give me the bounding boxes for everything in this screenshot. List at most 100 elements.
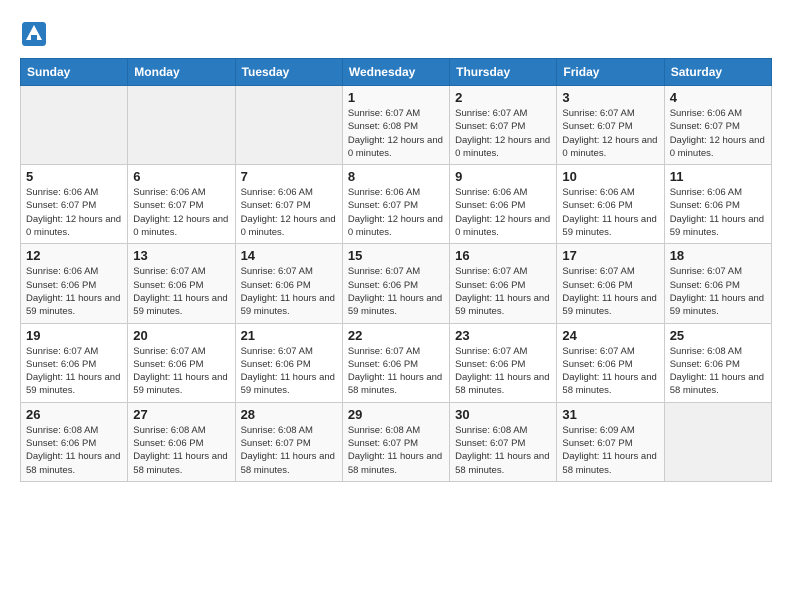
day-number: 21 [241, 328, 337, 343]
day-number: 14 [241, 248, 337, 263]
day-detail: Sunrise: 6:07 AMSunset: 6:06 PMDaylight:… [562, 265, 658, 318]
day-header-thursday: Thursday [450, 59, 557, 86]
day-detail: Sunrise: 6:08 AMSunset: 6:06 PMDaylight:… [26, 424, 122, 477]
day-detail: Sunrise: 6:06 AMSunset: 6:07 PMDaylight:… [348, 186, 444, 239]
calendar-cell: 15 Sunrise: 6:07 AMSunset: 6:06 PMDayligh… [342, 244, 449, 323]
day-detail: Sunrise: 6:07 AMSunset: 6:06 PMDaylight:… [670, 265, 766, 318]
calendar-cell: 16 Sunrise: 6:07 AMSunset: 6:06 PMDayligh… [450, 244, 557, 323]
day-number: 30 [455, 407, 551, 422]
day-number: 17 [562, 248, 658, 263]
day-number: 29 [348, 407, 444, 422]
day-detail: Sunrise: 6:06 AMSunset: 6:06 PMDaylight:… [26, 265, 122, 318]
day-number: 10 [562, 169, 658, 184]
calendar-cell: 27Sunrise: 6:08 AMSunset: 6:06 PMDayligh… [128, 402, 235, 481]
calendar-cell: 2 Sunrise: 6:07 AMSunset: 6:07 PMDaylight… [450, 86, 557, 165]
day-detail: Sunrise: 6:06 AMSunset: 6:07 PMDaylight:… [26, 186, 122, 239]
day-detail: Sunrise: 6:07 AMSunset: 6:07 PMDaylight:… [455, 107, 551, 160]
calendar-cell [21, 86, 128, 165]
day-detail: Sunrise: 6:09 AMSunset: 6:07 PMDaylight:… [562, 424, 658, 477]
calendar-table: SundayMondayTuesdayWednesdayThursdayFrid… [20, 58, 772, 482]
day-header-monday: Monday [128, 59, 235, 86]
day-detail: Sunrise: 6:08 AMSunset: 6:07 PMDaylight:… [348, 424, 444, 477]
day-detail: Sunrise: 6:07 AMSunset: 6:07 PMDaylight:… [562, 107, 658, 160]
day-number: 2 [455, 90, 551, 105]
calendar-cell: 11Sunrise: 6:06 AMSunset: 6:06 PMDayligh… [664, 165, 771, 244]
day-detail: Sunrise: 6:07 AMSunset: 6:06 PMDaylight:… [348, 345, 444, 398]
day-number: 23 [455, 328, 551, 343]
day-detail: Sunrise: 6:07 AMSunset: 6:08 PMDaylight:… [348, 107, 444, 160]
calendar-cell: 18 Sunrise: 6:07 AMSunset: 6:06 PMDayligh… [664, 244, 771, 323]
day-detail: Sunrise: 6:06 AMSunset: 6:07 PMDaylight:… [670, 107, 766, 160]
calendar-week-2: 5 Sunrise: 6:06 AMSunset: 6:07 PMDaylight… [21, 165, 772, 244]
calendar-cell [664, 402, 771, 481]
calendar-cell: 28 Sunrise: 6:08 AMSunset: 6:07 PMDayligh… [235, 402, 342, 481]
day-number: 25 [670, 328, 766, 343]
day-detail: Sunrise: 6:07 AMSunset: 6:06 PMDaylight:… [133, 345, 229, 398]
day-header-saturday: Saturday [664, 59, 771, 86]
day-detail: Sunrise: 6:08 AMSunset: 6:06 PMDaylight:… [670, 345, 766, 398]
day-detail: Sunrise: 6:06 AMSunset: 6:07 PMDaylight:… [133, 186, 229, 239]
day-header-friday: Friday [557, 59, 664, 86]
calendar-cell: 25 Sunrise: 6:08 AMSunset: 6:06 PMDayligh… [664, 323, 771, 402]
calendar-cell: 4 Sunrise: 6:06 AMSunset: 6:07 PMDaylight… [664, 86, 771, 165]
page-header [20, 20, 772, 48]
calendar-week-4: 19Sunrise: 6:07 AMSunset: 6:06 PMDayligh… [21, 323, 772, 402]
day-number: 12 [26, 248, 122, 263]
day-detail: Sunrise: 6:06 AMSunset: 6:06 PMDaylight:… [455, 186, 551, 239]
day-detail: Sunrise: 6:07 AMSunset: 6:06 PMDaylight:… [133, 265, 229, 318]
calendar-cell: 21 Sunrise: 6:07 AMSunset: 6:06 PMDayligh… [235, 323, 342, 402]
day-number: 3 [562, 90, 658, 105]
calendar-cell: 14 Sunrise: 6:07 AMSunset: 6:06 PMDayligh… [235, 244, 342, 323]
day-header-sunday: Sunday [21, 59, 128, 86]
calendar-cell: 12 Sunrise: 6:06 AMSunset: 6:06 PMDayligh… [21, 244, 128, 323]
calendar-header-row: SundayMondayTuesdayWednesdayThursdayFrid… [21, 59, 772, 86]
day-number: 5 [26, 169, 122, 184]
day-detail: Sunrise: 6:07 AMSunset: 6:06 PMDaylight:… [455, 345, 551, 398]
day-number: 1 [348, 90, 444, 105]
day-number: 16 [455, 248, 551, 263]
day-detail: Sunrise: 6:08 AMSunset: 6:07 PMDaylight:… [455, 424, 551, 477]
calendar-cell: 5 Sunrise: 6:06 AMSunset: 6:07 PMDaylight… [21, 165, 128, 244]
calendar-cell: 8 Sunrise: 6:06 AMSunset: 6:07 PMDaylight… [342, 165, 449, 244]
day-number: 22 [348, 328, 444, 343]
calendar-cell: 19Sunrise: 6:07 AMSunset: 6:06 PMDayligh… [21, 323, 128, 402]
day-detail: Sunrise: 6:07 AMSunset: 6:06 PMDaylight:… [241, 265, 337, 318]
calendar-cell: 7Sunrise: 6:06 AMSunset: 6:07 PMDaylight… [235, 165, 342, 244]
calendar-cell: 29 Sunrise: 6:08 AMSunset: 6:07 PMDayligh… [342, 402, 449, 481]
day-number: 8 [348, 169, 444, 184]
calendar-cell: 22 Sunrise: 6:07 AMSunset: 6:06 PMDayligh… [342, 323, 449, 402]
day-detail: Sunrise: 6:06 AMSunset: 6:06 PMDaylight:… [562, 186, 658, 239]
day-number: 6 [133, 169, 229, 184]
calendar-cell: 9 Sunrise: 6:06 AMSunset: 6:06 PMDaylight… [450, 165, 557, 244]
day-header-wednesday: Wednesday [342, 59, 449, 86]
day-number: 9 [455, 169, 551, 184]
day-number: 13 [133, 248, 229, 263]
calendar-body: 1 Sunrise: 6:07 AMSunset: 6:08 PMDaylight… [21, 86, 772, 482]
day-detail: Sunrise: 6:07 AMSunset: 6:06 PMDaylight:… [241, 345, 337, 398]
day-detail: Sunrise: 6:06 AMSunset: 6:06 PMDaylight:… [670, 186, 766, 239]
calendar-cell: 20Sunrise: 6:07 AMSunset: 6:06 PMDayligh… [128, 323, 235, 402]
calendar-week-1: 1 Sunrise: 6:07 AMSunset: 6:08 PMDaylight… [21, 86, 772, 165]
calendar-cell: 6 Sunrise: 6:06 AMSunset: 6:07 PMDaylight… [128, 165, 235, 244]
day-detail: Sunrise: 6:07 AMSunset: 6:06 PMDaylight:… [26, 345, 122, 398]
calendar-week-3: 12 Sunrise: 6:06 AMSunset: 6:06 PMDayligh… [21, 244, 772, 323]
day-number: 18 [670, 248, 766, 263]
day-number: 31 [562, 407, 658, 422]
day-detail: Sunrise: 6:07 AMSunset: 6:06 PMDaylight:… [562, 345, 658, 398]
calendar-cell: 24 Sunrise: 6:07 AMSunset: 6:06 PMDayligh… [557, 323, 664, 402]
calendar-cell: 31 Sunrise: 6:09 AMSunset: 6:07 PMDayligh… [557, 402, 664, 481]
day-detail: Sunrise: 6:07 AMSunset: 6:06 PMDaylight:… [348, 265, 444, 318]
calendar-cell [235, 86, 342, 165]
day-detail: Sunrise: 6:07 AMSunset: 6:06 PMDaylight:… [455, 265, 551, 318]
day-number: 15 [348, 248, 444, 263]
day-number: 7 [241, 169, 337, 184]
calendar-cell: 1 Sunrise: 6:07 AMSunset: 6:08 PMDaylight… [342, 86, 449, 165]
day-number: 28 [241, 407, 337, 422]
day-detail: Sunrise: 6:08 AMSunset: 6:07 PMDaylight:… [241, 424, 337, 477]
calendar-week-5: 26Sunrise: 6:08 AMSunset: 6:06 PMDayligh… [21, 402, 772, 481]
day-number: 24 [562, 328, 658, 343]
day-number: 4 [670, 90, 766, 105]
day-header-tuesday: Tuesday [235, 59, 342, 86]
calendar-cell: 13 Sunrise: 6:07 AMSunset: 6:06 PMDayligh… [128, 244, 235, 323]
calendar-cell [128, 86, 235, 165]
